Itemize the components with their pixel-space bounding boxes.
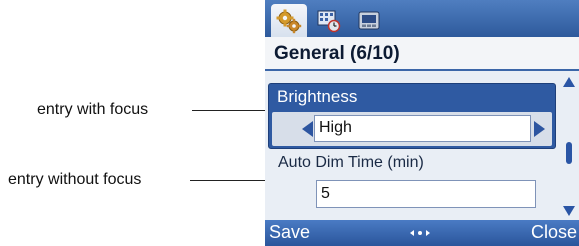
tab-general[interactable] xyxy=(271,4,307,37)
auto-dim-input[interactable]: 5 xyxy=(316,180,536,208)
tab-device[interactable] xyxy=(351,4,387,37)
arrow-left-icon[interactable] xyxy=(302,121,313,137)
tab-bar xyxy=(265,0,579,37)
device-icon xyxy=(358,11,380,29)
close-softkey[interactable]: Close xyxy=(531,222,577,243)
auto-dim-value: 5 xyxy=(321,185,330,202)
scroll-thumb[interactable] xyxy=(566,142,572,164)
entry-label-brightness: Brightness xyxy=(277,87,358,106)
phone-screen: General (6/10) Brightness High Auto Dim … xyxy=(265,0,579,246)
settings-header: General (6/10) xyxy=(265,37,579,71)
brightness-value: High xyxy=(319,119,352,136)
navigation-dots-icon xyxy=(410,230,430,236)
softkey-bar: Save Close xyxy=(265,220,579,246)
tab-display[interactable] xyxy=(311,4,347,37)
brightness-selector[interactable]: High xyxy=(314,115,531,142)
scrollbar[interactable] xyxy=(559,73,579,220)
scroll-down-icon[interactable] xyxy=(563,206,575,216)
callout-label: entry without focus xyxy=(8,171,142,188)
callout-label: entry with focus xyxy=(37,101,149,118)
entry-brightness-focused[interactable]: Brightness High xyxy=(268,83,556,149)
display-settings-icon xyxy=(317,10,341,32)
save-softkey[interactable]: Save xyxy=(269,222,310,243)
arrow-right-icon[interactable] xyxy=(534,121,545,137)
callout-line xyxy=(190,180,268,181)
callout-line xyxy=(192,110,268,111)
page-title: General (6/10) xyxy=(274,43,400,64)
entry-label-auto-dim: Auto Dim Time (min) xyxy=(278,154,424,171)
scroll-up-icon[interactable] xyxy=(563,77,575,87)
gears-icon xyxy=(276,9,302,33)
settings-list: Brightness High Auto Dim Time (min) 5 xyxy=(265,73,579,220)
